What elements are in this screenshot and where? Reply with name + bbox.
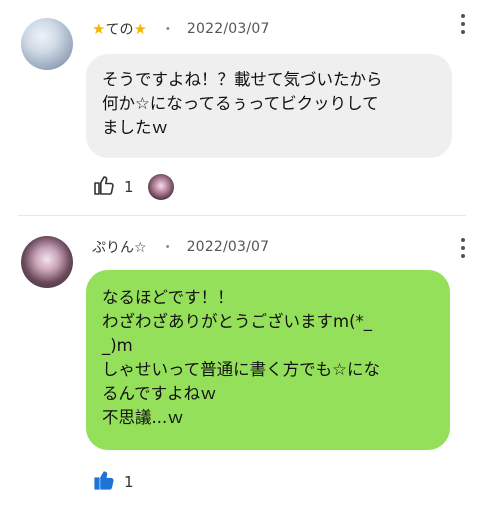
- star-icon: ★: [92, 20, 106, 38]
- comment-text: なるほどです！！ わざわざありがとうございますm(*_ _)m しゃせいって普通…: [86, 270, 450, 450]
- like-count: 1: [124, 473, 134, 491]
- comment-date: 2022/03/07: [186, 21, 270, 37]
- avatar[interactable]: [21, 236, 73, 288]
- like-count: 1: [124, 178, 134, 196]
- divider: [18, 215, 466, 216]
- like-row: 1: [92, 173, 174, 201]
- author-name[interactable]: ての: [105, 19, 133, 39]
- separator: ・: [160, 22, 175, 38]
- comment-text: そうですよね！？載せて気づいたから 何か☆になってるぅってビクッりして ましたｗ: [86, 54, 452, 158]
- like-row: 1: [92, 468, 134, 496]
- avatar[interactable]: [21, 18, 73, 70]
- author-name[interactable]: ぷりん☆: [92, 237, 147, 257]
- thumbs-up-icon: [94, 471, 114, 490]
- separator: ・: [160, 240, 175, 256]
- like-button[interactable]: [92, 468, 116, 496]
- more-options-icon[interactable]: [460, 14, 466, 34]
- comment-header: ★ ての ★ ・ 2022/03/07: [92, 18, 270, 40]
- thumbs-up-icon: [94, 176, 114, 195]
- like-button[interactable]: [92, 173, 116, 201]
- liker-avatar[interactable]: [147, 174, 174, 200]
- star-icon: ★: [133, 20, 147, 38]
- comment-date: 2022/03/07: [186, 239, 270, 255]
- more-options-icon[interactable]: [460, 238, 466, 258]
- comment-header: ぷりん☆ ・ 2022/03/07: [92, 236, 269, 258]
